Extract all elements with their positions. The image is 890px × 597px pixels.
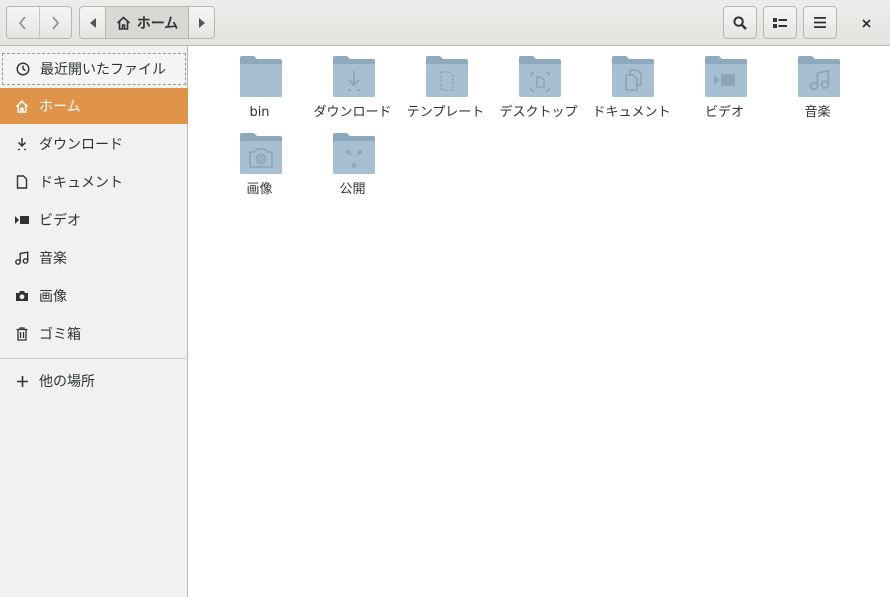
sidebar-item-label: ドキュメント bbox=[39, 175, 123, 191]
folder-item-videos[interactable]: ビデオ bbox=[678, 47, 771, 121]
menu-button[interactable] bbox=[803, 6, 837, 39]
sidebar-item-music[interactable]: 音楽 bbox=[0, 240, 188, 276]
file-icon-view: bin ダウンロード テンプレート デスクトップ ドキュメント ビデオ 音楽 画… bbox=[189, 47, 890, 597]
folder-item-bin[interactable]: bin bbox=[213, 47, 306, 121]
view-list-icon bbox=[773, 17, 787, 28]
plus-icon bbox=[14, 373, 30, 389]
close-icon bbox=[861, 18, 871, 28]
home-icon bbox=[116, 15, 130, 30]
document-icon bbox=[14, 174, 30, 190]
path-scroll-right-button[interactable] bbox=[189, 7, 214, 38]
trash-icon bbox=[14, 326, 30, 342]
folder-icon bbox=[240, 56, 282, 97]
folder-item-pictures[interactable]: 画像 bbox=[213, 124, 306, 198]
search-button[interactable] bbox=[723, 6, 757, 39]
folder-item-templates[interactable]: テンプレート bbox=[399, 47, 492, 121]
triangle-right-icon bbox=[198, 17, 205, 28]
path-bar: ホーム bbox=[79, 6, 215, 39]
chevron-left-icon bbox=[18, 15, 26, 30]
forward-button[interactable] bbox=[38, 7, 71, 38]
folder-item-downloads[interactable]: ダウンロード bbox=[306, 47, 399, 121]
folder-videos-icon bbox=[705, 56, 747, 97]
folder-documents-icon bbox=[612, 56, 654, 97]
folder-item-music[interactable]: 音楽 bbox=[771, 47, 864, 121]
path-scroll-left-button[interactable] bbox=[80, 7, 105, 38]
folder-label: 音楽 bbox=[804, 105, 831, 120]
download-icon bbox=[14, 136, 30, 152]
sidebar-item-downloads[interactable]: ダウンロード bbox=[0, 126, 188, 162]
sidebar-item-label: 他の場所 bbox=[39, 374, 95, 390]
sidebar-item-pictures[interactable]: 画像 bbox=[0, 278, 188, 314]
folder-item-documents[interactable]: ドキュメント bbox=[585, 47, 678, 121]
view-mode-button[interactable] bbox=[763, 6, 797, 39]
sidebar-item-label: 音楽 bbox=[39, 251, 67, 267]
camera-icon bbox=[14, 288, 30, 304]
sidebar-item-label: ゴミ箱 bbox=[39, 327, 81, 343]
folder-pictures-icon bbox=[240, 133, 282, 174]
sidebar-item-label: 最近開いたファイル bbox=[40, 62, 166, 78]
path-crumb-home[interactable]: ホーム bbox=[105, 7, 189, 38]
sidebar-item-label: ホーム bbox=[39, 99, 81, 115]
folder-desktop-icon bbox=[519, 56, 561, 97]
sidebar: 最近開いたファイル ホーム ダウンロード ドキュメント ビデオ 音楽 画像 ゴミ… bbox=[0, 46, 188, 597]
folder-item-public[interactable]: 公開 bbox=[306, 124, 399, 198]
folder-download-icon bbox=[333, 56, 375, 97]
sidebar-item-label: ビデオ bbox=[39, 213, 81, 229]
sidebar-item-label: ダウンロード bbox=[39, 137, 123, 153]
sidebar-separator bbox=[0, 358, 188, 359]
sidebar-item-home[interactable]: ホーム bbox=[0, 88, 188, 124]
search-icon bbox=[733, 15, 747, 30]
folder-templates-icon bbox=[426, 56, 468, 97]
folder-label: 公開 bbox=[339, 182, 366, 197]
sidebar-item-videos[interactable]: ビデオ bbox=[0, 202, 188, 238]
triangle-left-icon bbox=[89, 17, 96, 28]
home-icon bbox=[14, 98, 30, 114]
sidebar-item-recent[interactable]: 最近開いたファイル bbox=[2, 53, 186, 85]
close-button[interactable] bbox=[856, 14, 876, 32]
back-button[interactable] bbox=[7, 7, 39, 38]
folder-item-desktop[interactable]: デスクトップ bbox=[492, 47, 585, 121]
chevron-right-icon bbox=[52, 15, 60, 30]
sidebar-item-label: 画像 bbox=[39, 289, 67, 305]
menu-icon bbox=[814, 17, 826, 28]
sidebar-item-trash[interactable]: ゴミ箱 bbox=[0, 316, 188, 352]
sidebar-item-other-places[interactable]: 他の場所 bbox=[0, 363, 188, 399]
path-crumb-label: ホーム bbox=[136, 15, 179, 32]
clock-icon bbox=[15, 61, 31, 77]
music-icon bbox=[14, 250, 30, 266]
video-icon bbox=[14, 212, 30, 228]
folder-publicshare-icon bbox=[333, 133, 375, 174]
folder-music-icon bbox=[798, 56, 840, 97]
navigation-buttons bbox=[6, 6, 72, 39]
sidebar-item-documents[interactable]: ドキュメント bbox=[0, 164, 188, 200]
header-bar: ホーム bbox=[0, 0, 890, 46]
